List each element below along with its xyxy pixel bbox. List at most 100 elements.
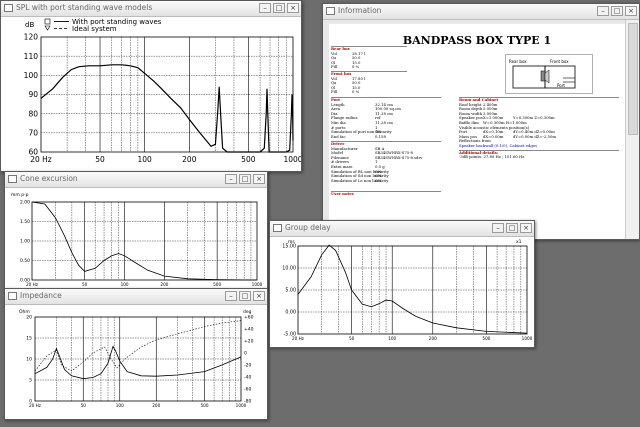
minimize-icon[interactable]: – bbox=[225, 291, 237, 301]
close-icon[interactable]: × bbox=[520, 223, 532, 233]
group-delay-corner: x1 bbox=[516, 239, 522, 245]
tick-label: 10.00 bbox=[282, 266, 296, 272]
tick-label: 15.00 bbox=[282, 244, 296, 250]
spl-ylabel: dB bbox=[25, 21, 34, 29]
info-document: BANDPASS BOX TYPE 1 Rear box Vol 28.17 lQ… bbox=[329, 24, 625, 239]
tick-label: 1000 bbox=[522, 336, 533, 341]
info-row: End fac 0.158 bbox=[331, 133, 386, 139]
port-section: Port Length 32.14 cm Area 100.00 sq.cm Dia 11… bbox=[331, 97, 441, 139]
bandpass-box-diagram: Rear box Front box Port bbox=[505, 54, 593, 94]
tick-label: 200 bbox=[182, 155, 197, 164]
maximize-icon[interactable]: □ bbox=[239, 291, 251, 301]
chart-window-icon bbox=[8, 292, 17, 300]
impedance-chart: Ohm deg 20151050+60+40+200-20-40-60-8020… bbox=[19, 309, 254, 408]
impedance-window[interactable]: Impedance – □ × Ohm deg 20 15 10 5 0 +60 +40 +2… bbox=[4, 288, 268, 420]
tick-label: 50 bbox=[95, 155, 105, 164]
chart-window-icon bbox=[273, 224, 282, 232]
tick-label: 100 bbox=[388, 336, 396, 341]
legend-item-2: Ideal system bbox=[72, 25, 117, 33]
tick-label: 100 bbox=[24, 71, 39, 80]
chart-window-icon bbox=[8, 175, 17, 183]
group-delay-chart: ms x1 15.0010.005.000.00-5.0020 Hz 50 100 2… bbox=[282, 239, 533, 341]
svg-text:Port: Port bbox=[557, 83, 565, 88]
tick-label: 2.00 bbox=[20, 200, 30, 206]
spl-window[interactable]: SPL with port standing wave models – □ ×… bbox=[0, 0, 302, 172]
tick-label: 70 bbox=[28, 128, 38, 137]
document-window-icon bbox=[326, 7, 335, 15]
info-title: Information bbox=[338, 6, 382, 15]
group-delay-window[interactable]: Group delay – □ × ms x1 15.00 10.00 5.00 0.… bbox=[269, 220, 535, 348]
tick-label: 500 bbox=[213, 282, 221, 287]
room-section: Room and Cabinet Roof height 2.400m Room d… bbox=[459, 97, 619, 160]
maximize-icon[interactable]: □ bbox=[239, 174, 251, 184]
tick-label: 120 bbox=[24, 33, 39, 42]
tick-label: -20 bbox=[244, 363, 251, 369]
tick-label: 20 Hz bbox=[26, 282, 39, 287]
tick-label: 0.00 bbox=[285, 310, 296, 316]
cone-window[interactable]: Cone excursion – □ × mm p-p 2.00 1.50 1.00… bbox=[4, 171, 268, 290]
minimize-icon[interactable]: – bbox=[597, 6, 609, 16]
impedance-ylabel-right: deg bbox=[243, 309, 252, 315]
tick-label: 1000 bbox=[252, 282, 263, 287]
svg-text:Front box: Front box bbox=[550, 59, 569, 64]
impedance-title: Impedance bbox=[20, 291, 62, 300]
tick-label: 80 bbox=[28, 109, 38, 118]
close-icon[interactable]: × bbox=[625, 6, 637, 16]
info-row: Fill 0 % bbox=[331, 89, 360, 95]
legend-checkbox-icon[interactable] bbox=[44, 18, 51, 25]
tick-label: 1.00 bbox=[20, 239, 30, 245]
info-window[interactable]: Information – □ × BANDPASS BOX TYPE 1 Re… bbox=[322, 3, 640, 240]
tick-label: 110 bbox=[24, 52, 39, 61]
tick-label: 5 bbox=[29, 378, 32, 384]
info-row: Fill 0 % bbox=[331, 64, 360, 70]
tick-label: 100 bbox=[116, 403, 124, 408]
tick-label: 15 bbox=[26, 336, 32, 342]
maximize-icon[interactable]: □ bbox=[506, 223, 518, 233]
tick-label: +20 bbox=[244, 339, 254, 345]
group-delay-title: Group delay bbox=[285, 223, 331, 232]
info-scrollbar[interactable] bbox=[625, 20, 639, 239]
tick-label: 5.00 bbox=[285, 288, 296, 294]
tick-label: 500 bbox=[241, 155, 256, 164]
tick-label: 200 bbox=[152, 403, 160, 408]
close-icon[interactable]: × bbox=[253, 174, 265, 184]
minimize-icon[interactable]: – bbox=[492, 223, 504, 233]
speaker-note: Speaker backwall (0.1/0), Cabinet edges bbox=[459, 142, 538, 148]
cone-titlebar[interactable]: Cone excursion – □ × bbox=[5, 172, 267, 188]
maximize-icon[interactable]: □ bbox=[273, 3, 285, 13]
tick-label: 90 bbox=[28, 90, 38, 99]
tick-label: 1.50 bbox=[20, 219, 30, 225]
svg-text:Rear box: Rear box bbox=[509, 59, 527, 64]
driver-section: Driver Manufacturer SB A Model SB34SWNRX-S7… bbox=[331, 141, 441, 183]
tick-label: 50 bbox=[81, 403, 87, 408]
impedance-ylabel-left: Ohm bbox=[19, 309, 30, 315]
tick-label: 200 bbox=[160, 282, 168, 287]
spl-title: SPL with port standing wave models bbox=[16, 3, 153, 12]
close-icon[interactable]: × bbox=[287, 3, 299, 13]
group-delay-titlebar[interactable]: Group delay – □ × bbox=[270, 221, 534, 237]
impedance-titlebar[interactable]: Impedance – □ × bbox=[5, 289, 267, 305]
maximize-icon[interactable]: □ bbox=[611, 6, 623, 16]
tick-label: 20 Hz bbox=[30, 155, 52, 164]
tick-label: -40 bbox=[244, 375, 251, 381]
tick-label: 1000 bbox=[236, 403, 247, 408]
tick-label: 100 bbox=[121, 282, 129, 287]
minimize-icon[interactable]: – bbox=[259, 3, 271, 13]
rear-box-section: Rear box Vol 28.17 l Qa 50.0 Ql 15.0 Fill 0 % bbox=[331, 46, 407, 70]
close-icon[interactable]: × bbox=[253, 291, 265, 301]
chart-window-icon bbox=[4, 4, 13, 12]
tick-label: 100 bbox=[138, 155, 153, 164]
tick-label: 10 bbox=[26, 357, 32, 363]
scroll-thumb[interactable] bbox=[628, 23, 638, 135]
minimize-icon[interactable]: – bbox=[225, 174, 237, 184]
legend-triangle-icon[interactable] bbox=[44, 25, 51, 31]
tick-label: -60 bbox=[244, 387, 251, 393]
spl-titlebar[interactable]: SPL with port standing wave models – □ × bbox=[1, 1, 301, 17]
tick-label: 50 bbox=[82, 282, 88, 287]
user-notes-section: User notes bbox=[331, 191, 441, 197]
info-titlebar[interactable]: Information – □ × bbox=[323, 4, 639, 20]
front-box-section: Front box Vol 17.80 l Qa 50.0 Ql 15.0 Fill 0 % bbox=[331, 71, 407, 95]
minus-3db-points: -3dB points: 27.80 Hz ; 101.60 Hz bbox=[459, 154, 525, 160]
tick-label: 1000 bbox=[283, 155, 301, 164]
tick-label: 0 bbox=[244, 351, 247, 357]
